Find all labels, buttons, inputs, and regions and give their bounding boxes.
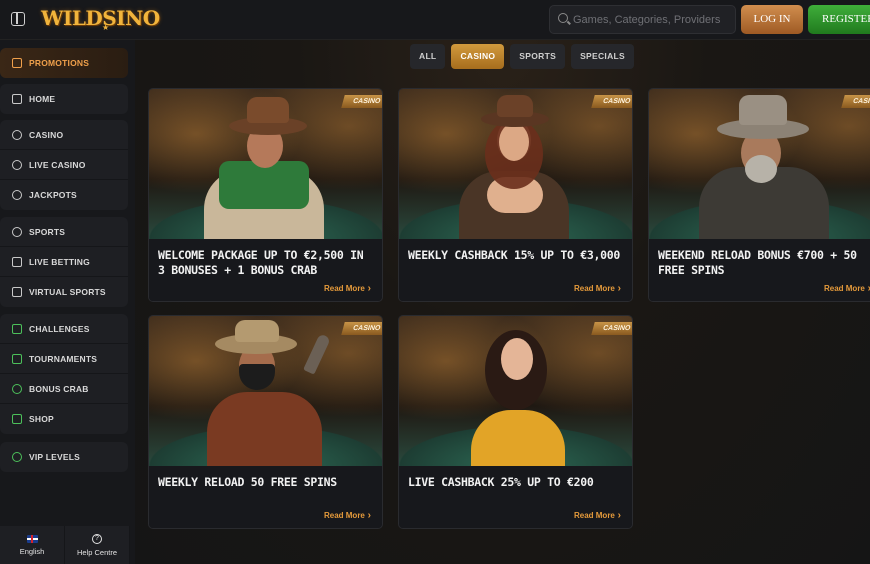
category-badge: CASINO — [341, 95, 382, 108]
promo-title: Weekly Reload 50 Free Spins — [158, 475, 337, 489]
sidebar-item-sports[interactable]: SPORTS — [0, 217, 128, 247]
read-more-link[interactable]: Read More — [324, 283, 371, 294]
vip-icon — [12, 452, 22, 462]
promo-image-masked-bandit — [149, 316, 382, 466]
sidebar-item-label: CASINO — [29, 129, 64, 140]
sidebar-item-promotions[interactable]: PROMOTIONS — [0, 48, 128, 78]
search-icon — [558, 13, 568, 23]
casino-chip-icon — [12, 129, 22, 140]
sidebar-item-label: TOURNAMENTS — [29, 353, 98, 364]
promotion-filter-tabs: ALL CASINO SPORTS SPECIALS — [410, 44, 634, 69]
home-icon — [12, 94, 22, 104]
promo-card[interactable]: CASINO Weekly Reload 50 Free Spins Read … — [148, 315, 383, 529]
sidebar-item-jackpots[interactable]: JACKPOTS — [0, 180, 128, 210]
gift-icon — [12, 58, 22, 68]
promo-title: Live Cashback 25% up to €200 — [408, 475, 594, 489]
search-placeholder: Games, Categories, Providers — [573, 14, 721, 26]
promo-image-cowboy-green-scarf — [149, 89, 382, 239]
read-more-link[interactable]: Read More — [574, 510, 621, 521]
main-content: ALL CASINO SPORTS SPECIALS CASINO Welcom… — [135, 40, 870, 564]
language-selector[interactable]: English — [0, 526, 65, 564]
promo-image-old-cowboy — [649, 89, 870, 239]
help-icon: ? — [92, 533, 102, 544]
help-centre-button[interactable]: ? Help Centre — [65, 526, 130, 564]
gamepad-icon — [12, 287, 22, 297]
login-button[interactable]: LOG IN — [741, 5, 803, 34]
promo-card[interactable]: CASINO Welcome Package up to €2,500 in 3… — [148, 88, 383, 302]
sidebar-item-home[interactable]: HOME — [0, 84, 128, 114]
tab-all[interactable]: ALL — [410, 44, 446, 69]
help-label: Help Centre — [76, 547, 118, 557]
language-label: English — [19, 546, 45, 556]
sidebar-group-casino: CASINO LIVE CASINO JACKPOTS — [0, 120, 128, 210]
sidebar-item-bonus-crab[interactable]: BONUS CRAB — [0, 374, 128, 404]
app-root: WILDSINO ★ Games, Categories, Providers … — [0, 0, 870, 564]
sidebar-footer: English ? Help Centre — [0, 526, 130, 564]
tab-specials[interactable]: SPECIALS — [571, 44, 634, 69]
read-more-link[interactable]: Read More — [324, 510, 371, 521]
jackpot-icon — [12, 190, 22, 200]
category-badge: CASINO — [591, 95, 632, 108]
sidebar-item-vip-levels[interactable]: VIP LEVELS — [0, 442, 128, 472]
promo-title: Weekend Reload Bonus €700 + 50 Free Spin… — [658, 248, 857, 277]
uk-flag-icon — [26, 534, 38, 543]
sidebar-item-label: BONUS CRAB — [29, 383, 89, 394]
sidebar-item-label: VIP LEVELS — [29, 452, 80, 462]
sidebar-item-casino[interactable]: CASINO — [0, 120, 128, 150]
card-body: Weekend Reload Bonus €700 + 50 Free Spin… — [649, 239, 870, 301]
top-header: WILDSINO ★ Games, Categories, Providers … — [0, 0, 870, 40]
soccer-ball-icon — [12, 226, 22, 237]
promo-title: Weekly Cashback 15% up to €3,000 — [408, 248, 620, 262]
sidebar-item-tournaments[interactable]: TOURNAMENTS — [0, 344, 128, 374]
sidebar-item-label: CHALLENGES — [29, 323, 90, 334]
tab-casino[interactable]: CASINO — [451, 44, 505, 69]
card-body: Welcome Package up to €2,500 in 3 bonuse… — [149, 239, 382, 301]
promo-card[interactable]: CASINO Weekend Reload Bonus €700 + 50 Fr… — [648, 88, 870, 302]
sidebar-item-live-betting[interactable]: LIVE BETTING — [0, 247, 128, 277]
category-badge: CASINO — [341, 322, 382, 335]
promo-image-live-dealer — [399, 316, 632, 466]
sidebar-item-label: SPORTS — [29, 226, 66, 237]
sidebar-item-shop[interactable]: SHOP — [0, 404, 128, 434]
tab-sports[interactable]: SPORTS — [510, 44, 566, 69]
read-more-link[interactable]: Read More — [824, 283, 870, 294]
live-betting-icon — [12, 256, 22, 267]
sidebar-item-challenges[interactable]: CHALLENGES — [0, 314, 128, 344]
shop-icon — [12, 414, 22, 424]
register-button[interactable]: REGISTER — [808, 5, 870, 34]
read-more-link[interactable]: Read More — [574, 283, 621, 294]
sidebar-item-label: SHOP — [29, 414, 54, 424]
card-body: Live Cashback 25% up to €200 Read More — [399, 466, 632, 528]
bonus-crab-icon — [12, 383, 22, 394]
sidebar-item-label: JACKPOTS — [29, 190, 77, 200]
sidebar-toggle-icon[interactable] — [11, 12, 25, 26]
logo-star-icon: ★ — [102, 23, 110, 32]
promo-card[interactable]: CASINO Weekly Cashback 15% up to €3,000 … — [398, 88, 633, 302]
promo-image-cowgirl — [399, 89, 632, 239]
search-input[interactable]: Games, Categories, Providers — [549, 5, 736, 34]
sidebar-item-label: VIRTUAL SPORTS — [29, 287, 106, 297]
sidebar-group-promotions: PROMOTIONS — [0, 48, 128, 78]
card-body: Weekly Cashback 15% up to €3,000 Read Mo… — [399, 239, 632, 301]
sidebar: PROMOTIONS HOME CASINO LIVE CASINO JACKP… — [0, 40, 135, 564]
trophy-icon — [12, 353, 22, 364]
promo-card[interactable]: CASINO Live Cashback 25% up to €200 Read… — [398, 315, 633, 529]
live-casino-icon — [12, 159, 22, 170]
sidebar-item-label: HOME — [29, 94, 56, 104]
sidebar-item-label: PROMOTIONS — [29, 58, 90, 68]
sidebar-item-label: LIVE CASINO — [29, 159, 86, 170]
sidebar-group-sports: SPORTS LIVE BETTING VIRTUAL SPORTS — [0, 217, 128, 307]
challenges-icon — [12, 323, 22, 334]
sidebar-item-live-casino[interactable]: LIVE CASINO — [0, 150, 128, 180]
sidebar-item-virtual-sports[interactable]: VIRTUAL SPORTS — [0, 277, 128, 307]
sidebar-item-label: LIVE BETTING — [29, 256, 90, 267]
card-body: Weekly Reload 50 Free Spins Read More — [149, 466, 382, 528]
promo-title: Welcome Package up to €2,500 in 3 bonuse… — [158, 248, 364, 277]
sidebar-group-home: HOME — [0, 84, 128, 114]
category-badge: CASINO — [841, 95, 870, 108]
sidebar-group-challenges: CHALLENGES TOURNAMENTS BONUS CRAB SHOP — [0, 314, 128, 434]
sidebar-group-vip: VIP LEVELS — [0, 442, 128, 472]
site-logo[interactable]: WILDSINO — [41, 6, 160, 30]
category-badge: CASINO — [591, 322, 632, 335]
